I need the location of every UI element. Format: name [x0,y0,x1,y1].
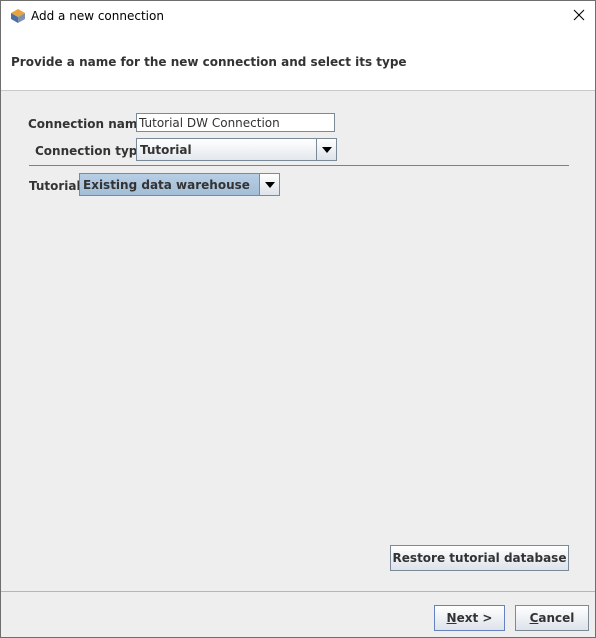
dialog-header: Provide a name for the new connection an… [1,32,595,91]
dialog-window: Add a new connection Provide a name for … [0,0,596,638]
title-bar: Add a new connection [1,1,595,32]
connection-type-select[interactable]: Tutorial [136,138,337,161]
footer-separator [1,591,595,592]
cancel-label: ancel [538,611,575,625]
next-label: ext > [456,611,493,625]
chevron-down-icon[interactable] [259,174,279,195]
connection-name-input[interactable] [136,113,335,132]
cancel-mnemonic: C [529,611,539,625]
form-separator [29,165,569,166]
tutorial-select[interactable]: Existing data warehouse [79,173,280,196]
next-mnemonic: N [446,611,457,625]
restore-tutorial-database-button[interactable]: Restore tutorial database [390,545,569,571]
header-instruction: Provide a name for the new connection an… [11,55,407,69]
close-icon [573,9,585,24]
tutorial-value: Existing data warehouse [83,177,250,192]
close-button[interactable] [563,1,595,32]
connection-type-label: Connection type: [35,144,151,158]
connection-type-value: Tutorial [140,142,192,157]
cancel-button[interactable]: Cancel [515,605,589,631]
tutorial-label: Tutorial: [29,179,86,193]
next-button[interactable]: Next > [434,605,505,631]
chevron-down-icon[interactable] [316,139,336,160]
window-title: Add a new connection [31,9,164,23]
connection-name-label: Connection name: [28,117,151,131]
app-logo-icon [10,8,26,24]
